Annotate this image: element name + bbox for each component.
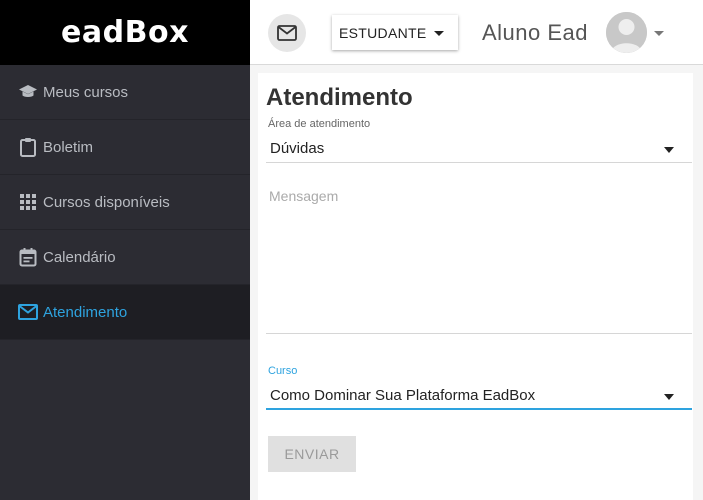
sidebar-item-label: Atendimento	[43, 303, 128, 321]
sidebar-item-label: Calendário	[43, 248, 116, 266]
clipboard-icon	[18, 137, 38, 157]
message-textarea[interactable]	[266, 184, 692, 334]
sidebar-item-label: Boletim	[43, 138, 94, 156]
course-select[interactable]: Como Dominar Sua Plataforma EadBox	[266, 382, 692, 410]
envelope-icon	[277, 25, 297, 41]
eadbox-logo[interactable]: eadBox	[61, 15, 189, 50]
logo-bar: eadBox	[0, 0, 250, 65]
area-select[interactable]: Dúvidas	[266, 135, 692, 163]
support-form-card: Atendimento Área de atendimento Dúvidas …	[258, 73, 693, 500]
sidebar-item-cursos-disponiveis[interactable]: Cursos disponíveis	[0, 175, 250, 230]
sidebar-item-meus-cursos[interactable]: Meus cursos	[0, 65, 250, 120]
sidebar-item-label: Cursos disponíveis	[43, 193, 170, 211]
sidebar-item-boletim[interactable]: Boletim	[0, 120, 250, 175]
sidebar-item-calendario[interactable]: Calendário	[0, 230, 250, 285]
graduation-cap-icon	[18, 82, 38, 102]
sidebar-item-atendimento[interactable]: Atendimento	[0, 285, 250, 340]
chevron-down-icon	[664, 394, 674, 400]
chevron-down-icon	[664, 147, 674, 153]
app-root: eadBox Meus cursos Boletim Cursos dispon…	[0, 0, 703, 500]
user-menu-caret-icon[interactable]	[654, 31, 664, 36]
top-header: ESTUDANTE Aluno Ead	[250, 0, 703, 65]
sidebar-item-label: Meus cursos	[43, 83, 129, 101]
send-button[interactable]: ENVIAR	[268, 436, 356, 472]
course-select-value: Como Dominar Sua Plataforma EadBox	[270, 386, 536, 404]
role-dropdown-value: ESTUDANTE	[339, 24, 427, 41]
envelope-icon	[18, 302, 38, 322]
page-title: Atendimento	[266, 84, 413, 111]
grid-icon	[18, 192, 38, 212]
user-avatar[interactable]	[606, 12, 647, 53]
area-select-value: Dúvidas	[270, 140, 325, 157]
area-field-label: Área de atendimento	[268, 118, 371, 130]
avatar-icon	[606, 12, 647, 53]
calendar-icon	[18, 247, 38, 267]
sidebar: eadBox Meus cursos Boletim Cursos dispon…	[0, 0, 250, 500]
user-name[interactable]: Aluno Ead	[482, 20, 588, 46]
messages-button[interactable]	[268, 14, 306, 52]
chevron-down-icon	[434, 31, 444, 36]
course-field-label: Curso	[268, 365, 298, 377]
role-dropdown[interactable]: ESTUDANTE	[332, 15, 458, 50]
